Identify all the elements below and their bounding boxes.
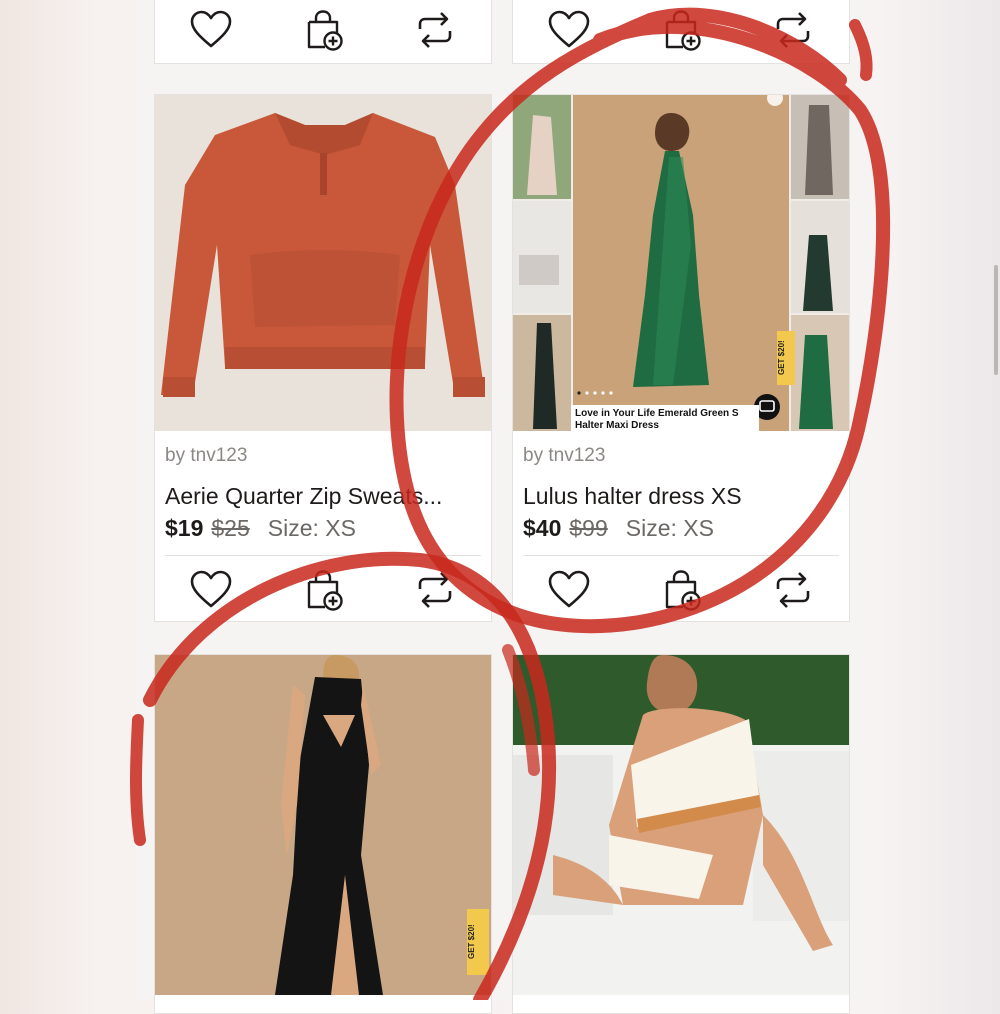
listing-card-halter-dress[interactable]: Love in Your Life Emerald Green S Halter… [512, 94, 850, 622]
listing-card-top-left [154, 0, 492, 64]
card-actions [155, 561, 491, 623]
heart-icon[interactable] [189, 568, 233, 616]
listing-photo[interactable]: GET $20! [155, 655, 491, 995]
card-actions [513, 1, 849, 63]
repost-icon[interactable] [413, 8, 457, 56]
repost-icon[interactable] [771, 568, 815, 616]
listing-size: Size: XS [267, 515, 356, 541]
listing-photo[interactable] [155, 95, 491, 431]
seller-username[interactable]: by tnv123 [165, 445, 247, 467]
listing-photo[interactable]: Love in Your Life Emerald Green S Halter… [513, 95, 849, 431]
listing-size: Size: XS [625, 515, 714, 541]
listing-photo[interactable] [513, 655, 849, 995]
promo-tag: GET $20! [467, 909, 489, 975]
price-line: $19 $25 Size: XS [165, 515, 356, 542]
card-actions [513, 561, 849, 623]
listing-title[interactable]: Lulus halter dress XS [523, 483, 841, 510]
shopping-bag-add-icon[interactable] [301, 8, 345, 56]
original-price: $25 [211, 515, 250, 541]
repost-icon[interactable] [413, 568, 457, 616]
listing-card-sweatshirt[interactable]: by tnv123 Aerie Quarter Zip Sweats... $1… [154, 94, 492, 622]
seller-username[interactable]: by tnv123 [523, 445, 605, 467]
card-actions [155, 1, 491, 63]
listing-card-black-dress[interactable]: GET $20! [154, 654, 492, 1014]
heart-icon[interactable] [547, 568, 591, 616]
shopping-bag-add-icon[interactable] [301, 568, 345, 616]
repost-icon[interactable] [771, 8, 815, 56]
heart-icon[interactable] [189, 8, 233, 56]
scrollbar[interactable] [994, 265, 998, 375]
listing-feed: by tnv123 Aerie Quarter Zip Sweats... $1… [136, 0, 998, 1014]
original-price: $99 [569, 515, 608, 541]
divider [165, 555, 481, 556]
shopping-bag-add-icon[interactable] [659, 568, 703, 616]
listing-card-top-right [512, 0, 850, 64]
listing-title[interactable]: Aerie Quarter Zip Sweats... [165, 483, 483, 510]
promo-tag: GET $20! [777, 331, 795, 385]
shopping-bag-add-icon[interactable] [659, 8, 703, 56]
listing-card-swimsuit[interactable] [512, 654, 850, 1014]
image-caption: Love in Your Life Emerald Green S Halter… [571, 405, 759, 431]
listing-price: $40 [523, 515, 562, 541]
listing-price: $19 [165, 515, 204, 541]
heart-icon[interactable] [547, 8, 591, 56]
price-line: $40 $99 Size: XS [523, 515, 714, 542]
divider [523, 555, 839, 556]
